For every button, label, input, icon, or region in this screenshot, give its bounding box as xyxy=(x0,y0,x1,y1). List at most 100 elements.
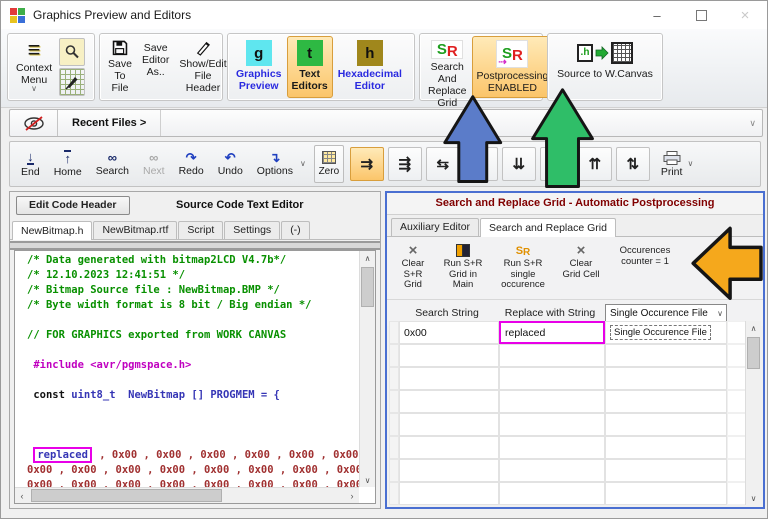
replace-string-cell[interactable] xyxy=(499,367,605,390)
occurence-mode-cell[interactable]: Single Occurence File xyxy=(605,321,727,344)
occurence-mode-cell[interactable] xyxy=(605,344,727,367)
clear-grid-cell-button[interactable]: × Clear Grid Cell xyxy=(557,241,605,282)
toolbar-search-button[interactable]: ∞ Search xyxy=(89,145,136,183)
search-and-replace-grid-button[interactable]: SR Search And Replace Grid xyxy=(423,36,472,109)
occurence-mode-cell[interactable] xyxy=(605,390,727,413)
tab-script[interactable]: Script xyxy=(178,221,224,239)
grid-vertical-scrollbar[interactable]: ∧ ∨ xyxy=(745,321,761,505)
row-gutter xyxy=(389,321,399,344)
spacing-swap-button[interactable]: ⇆ xyxy=(425,147,460,181)
replace-string-cell[interactable] xyxy=(499,390,605,413)
clear-sr-grid-button[interactable]: × Clear S+R Grid xyxy=(393,241,433,293)
replace-string-cell[interactable] xyxy=(499,436,605,459)
close-button[interactable]: × xyxy=(723,1,767,29)
tab-newbitmap-h[interactable]: NewBitmap.h xyxy=(12,221,93,240)
recent-files-list[interactable]: ∨ xyxy=(160,110,762,136)
scroll-left-icon[interactable]: ‹ xyxy=(15,488,29,503)
tab-search-and-replace-grid[interactable]: Search and Replace Grid xyxy=(480,218,616,237)
spacing-up-double-button[interactable]: ⇈ xyxy=(577,147,612,181)
recent-files-label[interactable]: Recent Files > xyxy=(58,117,160,129)
run-sr-grid-main-button[interactable]: Run S+R Grid in Main xyxy=(437,241,489,293)
replace-string-cell[interactable] xyxy=(499,482,605,505)
row-gutter xyxy=(389,482,399,505)
graphics-preview-button[interactable]: g Graphics Preview xyxy=(231,36,287,98)
code-line: /* Bitmap Source file : NewBitmap.BMP */ xyxy=(27,284,280,296)
maximize-button[interactable] xyxy=(679,1,723,29)
toolbar-button-label: Undo xyxy=(217,165,243,177)
splitter-handle[interactable] xyxy=(10,241,380,250)
search-string-cell[interactable]: 0x00 xyxy=(399,321,499,344)
text-editors-button[interactable]: t Text Editors xyxy=(286,36,333,98)
zero-grid-icon xyxy=(321,151,336,164)
code-editor[interactable]: /* Data generated with bitmap2LCD V4.7b*… xyxy=(14,250,376,504)
scroll-up-icon[interactable]: ∧ xyxy=(746,321,761,335)
search-string-cell[interactable] xyxy=(399,344,499,367)
source-to-wcanvas-button[interactable]: .h Source to W.Canvas xyxy=(552,36,658,98)
undo-icon: ↶ xyxy=(224,150,236,165)
hexadecimal-editor-button[interactable]: h Hexadecimal Editor xyxy=(333,36,407,98)
scroll-down-icon[interactable]: ∨ xyxy=(360,473,375,487)
replace-string-cell[interactable] xyxy=(499,344,605,367)
spacing-down-double-button[interactable]: ⇊ xyxy=(501,147,536,181)
toolbar-undo-button[interactable]: ↶ Undo xyxy=(211,145,250,183)
scroll-up-icon[interactable]: ∧ xyxy=(360,251,375,265)
scrollbar-thumb[interactable] xyxy=(31,489,223,502)
toolbar-home-button[interactable]: ↑ Home xyxy=(47,145,89,183)
toolbar-end-button[interactable]: ↓ End xyxy=(14,145,47,183)
row-gutter xyxy=(389,413,399,436)
pin-tool-button[interactable] xyxy=(59,68,86,96)
spacing-left-double-button[interactable]: ⇇ xyxy=(463,147,498,181)
search-string-cell[interactable] xyxy=(399,482,499,505)
tab-settings[interactable]: Settings xyxy=(224,221,281,239)
horizontal-scrollbar[interactable]: ‹ › xyxy=(15,487,359,503)
search-string-cell[interactable] xyxy=(399,459,499,482)
save-editor-as-button[interactable]: Save Editor As.. xyxy=(137,36,174,98)
minimize-button[interactable]: – xyxy=(635,1,679,29)
main-toolbar: ≡ Context Menu ∨ Save To File Save Edito… xyxy=(1,29,767,109)
code-text[interactable]: /* Data generated with bitmap2LCD V4.7b*… xyxy=(15,253,359,487)
spacing-updown-button[interactable]: ⇵ xyxy=(539,147,574,181)
print-button[interactable]: Print xyxy=(656,145,688,183)
postprocessing-enabled-button[interactable]: S R ⇢ Postprocessing ENABLED xyxy=(471,36,554,98)
save-to-file-button[interactable]: Save To File xyxy=(103,36,137,98)
spacing-right-double-button[interactable]: ⇉ xyxy=(349,147,384,181)
show-edit-file-header-button[interactable]: Show/Edit File Header xyxy=(174,36,231,98)
search-string-cell[interactable] xyxy=(399,390,499,413)
zero-button[interactable]: Zero xyxy=(313,145,344,183)
scroll-right-icon[interactable]: › xyxy=(345,488,359,503)
clear-icon: × xyxy=(408,242,418,259)
mode-box[interactable]: Single Occurence File xyxy=(610,325,711,340)
context-menu-button[interactable]: ≡ Context Menu ∨ xyxy=(11,36,57,98)
scrollbar-thumb[interactable] xyxy=(361,267,374,307)
scroll-down-icon[interactable]: ∨ xyxy=(746,491,761,505)
spacing-vertical-button[interactable]: ⇅ xyxy=(615,147,650,181)
occurence-mode-cell[interactable] xyxy=(605,367,727,390)
scrollbar-thumb[interactable] xyxy=(747,337,760,369)
tab-newbitmap-rtf[interactable]: NewBitmap.rtf xyxy=(93,221,178,239)
tab-auxiliary-editor[interactable]: Auxiliary Editor xyxy=(391,218,480,236)
replace-string-cell[interactable] xyxy=(499,459,605,482)
run-sr-single-button[interactable]: SR Run S+R single occurence xyxy=(493,241,553,293)
edit-code-header-button[interactable]: Edit Code Header xyxy=(16,195,130,215)
search-string-cell[interactable] xyxy=(399,413,499,436)
toolbar-button-label: End xyxy=(21,166,40,178)
vertical-scrollbar[interactable]: ∧ ∨ xyxy=(359,251,375,487)
search-string-cell[interactable] xyxy=(399,436,499,459)
code-line: /* 12.10.2023 12:41:51 */ xyxy=(27,269,186,281)
hide-panel-button[interactable] xyxy=(10,110,58,136)
occurence-mode-dropdown[interactable]: Single Occurence File ∨ xyxy=(605,303,727,323)
occurence-mode-cell[interactable] xyxy=(605,482,727,505)
toolbar-button-label: Options xyxy=(256,165,293,177)
zoom-tool-button[interactable] xyxy=(59,38,86,66)
occurence-mode-cell[interactable] xyxy=(605,436,727,459)
toolbar-options-button[interactable]: ↴ Options xyxy=(250,145,300,183)
search-string-cell[interactable] xyxy=(399,367,499,390)
tab-[interactable]: (-) xyxy=(281,221,310,239)
replace-string-cell[interactable]: replaced xyxy=(499,321,605,344)
occurence-mode-cell[interactable] xyxy=(605,459,727,482)
replace-string-cell[interactable] xyxy=(499,413,605,436)
spacing-right-triple-button[interactable]: ⇶ xyxy=(387,147,422,181)
occurence-mode-cell[interactable] xyxy=(605,413,727,436)
row-gutter xyxy=(389,344,399,367)
toolbar-redo-button[interactable]: ↷ Redo xyxy=(172,145,211,183)
